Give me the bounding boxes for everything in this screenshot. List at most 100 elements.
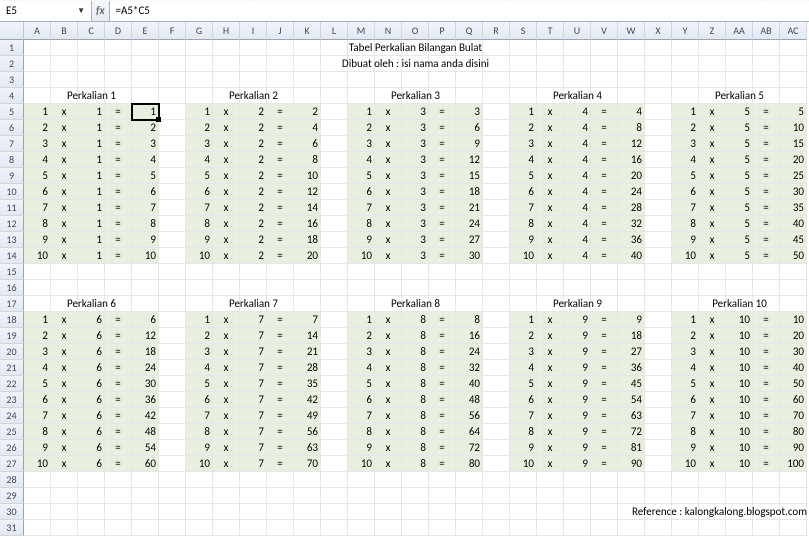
cell[interactable] — [159, 376, 186, 392]
cell[interactable] — [483, 184, 510, 200]
data-cell[interactable]: x — [699, 200, 726, 216]
data-cell[interactable]: = — [591, 104, 618, 120]
data-cell[interactable]: 9 — [564, 360, 591, 376]
cell[interactable] — [537, 264, 564, 280]
data-cell[interactable]: 4 — [564, 232, 591, 248]
data-cell[interactable]: 4 — [186, 360, 213, 376]
data-cell[interactable]: 10 — [348, 248, 375, 264]
cell[interactable] — [699, 520, 726, 536]
data-cell[interactable]: 6 — [510, 392, 537, 408]
data-cell[interactable]: 5 — [726, 120, 753, 136]
data-cell[interactable]: 9 — [510, 440, 537, 456]
data-cell[interactable]: 1 — [78, 216, 105, 232]
cell[interactable] — [645, 104, 672, 120]
cell[interactable] — [321, 360, 348, 376]
data-cell[interactable]: = — [105, 232, 132, 248]
data-cell[interactable]: x — [51, 440, 78, 456]
column-header[interactable]: N — [375, 22, 402, 40]
cell[interactable] — [159, 136, 186, 152]
column-header[interactable]: P — [429, 22, 456, 40]
data-cell[interactable]: x — [537, 456, 564, 472]
cell[interactable] — [321, 152, 348, 168]
data-cell[interactable]: 10 — [132, 248, 159, 264]
data-cell[interactable]: 3 — [402, 232, 429, 248]
data-cell[interactable]: 9 — [456, 136, 483, 152]
cell[interactable] — [240, 488, 267, 504]
cell[interactable] — [159, 264, 186, 280]
column-header[interactable]: S — [510, 22, 537, 40]
data-cell[interactable]: 10 — [294, 168, 321, 184]
cell[interactable] — [321, 520, 348, 536]
cell[interactable] — [294, 520, 321, 536]
column-header[interactable]: C — [78, 22, 105, 40]
data-cell[interactable]: = — [753, 152, 780, 168]
cell[interactable]: Reference : kalongkalong.blogspot.com — [483, 504, 510, 520]
cell[interactable] — [321, 120, 348, 136]
cell[interactable] — [132, 280, 159, 296]
cell[interactable] — [429, 504, 456, 520]
cell[interactable] — [294, 280, 321, 296]
data-cell[interactable]: 4 — [348, 152, 375, 168]
cell[interactable] — [159, 88, 186, 104]
cell[interactable] — [645, 424, 672, 440]
data-cell[interactable]: 54 — [618, 392, 645, 408]
data-cell[interactable]: x — [375, 392, 402, 408]
data-cell[interactable]: 30 — [780, 344, 807, 360]
data-cell[interactable]: = — [429, 136, 456, 152]
cell[interactable] — [321, 312, 348, 328]
cell[interactable] — [321, 280, 348, 296]
data-cell[interactable]: 6 — [78, 440, 105, 456]
cell[interactable] — [159, 520, 186, 536]
data-cell[interactable]: 2 — [186, 120, 213, 136]
data-cell[interactable]: 7 — [186, 408, 213, 424]
data-cell[interactable]: = — [591, 312, 618, 328]
data-cell[interactable]: = — [753, 312, 780, 328]
cell[interactable] — [132, 56, 159, 72]
data-cell[interactable]: 7 — [24, 408, 51, 424]
cell[interactable] — [456, 296, 483, 312]
cell[interactable] — [510, 472, 537, 488]
data-cell[interactable]: 8 — [402, 424, 429, 440]
cell[interactable] — [780, 472, 807, 488]
cell[interactable] — [726, 488, 753, 504]
data-cell[interactable]: = — [105, 216, 132, 232]
cell[interactable] — [456, 72, 483, 88]
data-cell[interactable]: x — [537, 152, 564, 168]
data-cell[interactable]: x — [51, 424, 78, 440]
cell[interactable] — [618, 88, 645, 104]
data-cell[interactable]: 8 — [186, 424, 213, 440]
data-cell[interactable]: 8 — [402, 312, 429, 328]
cell[interactable] — [645, 168, 672, 184]
cell[interactable] — [483, 456, 510, 472]
cell[interactable] — [537, 472, 564, 488]
data-cell[interactable]: = — [753, 376, 780, 392]
column-header[interactable]: AA — [726, 22, 753, 40]
row-header[interactable]: 8 — [0, 152, 24, 168]
data-cell[interactable]: 50 — [780, 376, 807, 392]
data-cell[interactable]: x — [213, 120, 240, 136]
cell[interactable] — [645, 40, 672, 56]
row-header[interactable]: 16 — [0, 280, 24, 296]
data-cell[interactable]: 8 — [402, 328, 429, 344]
data-cell[interactable]: 40 — [780, 216, 807, 232]
data-cell[interactable]: = — [591, 168, 618, 184]
cell[interactable] — [645, 328, 672, 344]
cell[interactable] — [402, 488, 429, 504]
data-cell[interactable]: 56 — [294, 424, 321, 440]
cell[interactable] — [267, 264, 294, 280]
data-cell[interactable]: 4 — [672, 152, 699, 168]
data-cell[interactable]: 60 — [132, 456, 159, 472]
data-cell[interactable]: 32 — [618, 216, 645, 232]
cell[interactable] — [645, 376, 672, 392]
cell[interactable] — [699, 56, 726, 72]
cell[interactable] — [105, 264, 132, 280]
cell[interactable] — [321, 328, 348, 344]
data-cell[interactable]: 3 — [402, 216, 429, 232]
cell[interactable] — [321, 232, 348, 248]
cell[interactable] — [321, 136, 348, 152]
data-cell[interactable]: = — [429, 440, 456, 456]
cell[interactable] — [483, 200, 510, 216]
data-cell[interactable]: = — [591, 456, 618, 472]
data-cell[interactable]: 6 — [78, 408, 105, 424]
data-cell[interactable]: x — [375, 152, 402, 168]
